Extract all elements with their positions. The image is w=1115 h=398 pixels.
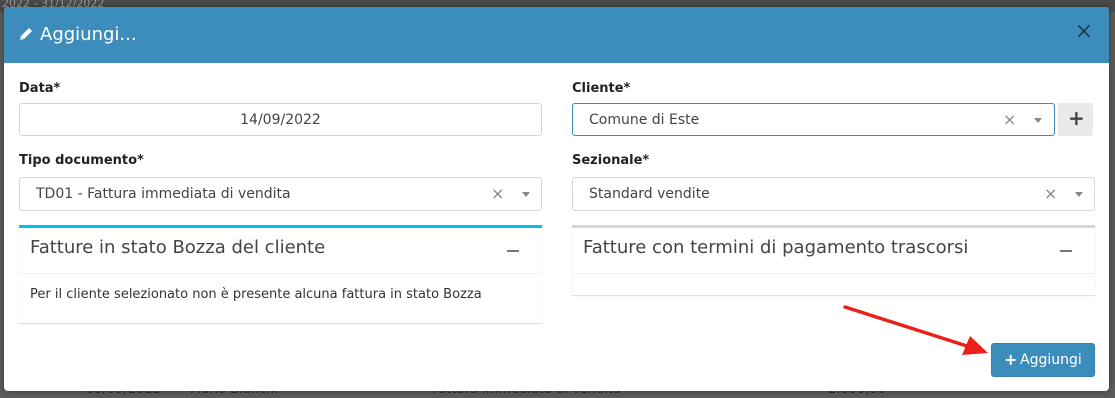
add-button[interactable]: + Aggiungi — [991, 343, 1095, 377]
overdue-invoices-panel: Fatture con termini di pagamento trascor… — [572, 225, 1095, 295]
panel-divider — [572, 273, 1095, 274]
tipo-documento-clear-icon[interactable]: × — [491, 184, 504, 203]
tipo-documento-select[interactable]: TD01 - Fattura immediata di vendita × — [19, 177, 542, 211]
collapse-icon[interactable] — [507, 250, 519, 252]
add-cliente-button[interactable]: + — [1058, 103, 1093, 136]
dialog-title: Aggiungi... — [40, 24, 137, 45]
pencil-icon — [20, 28, 32, 40]
sezionale-clear-icon[interactable]: × — [1044, 184, 1057, 203]
annotation-arrow-icon — [843, 305, 988, 355]
sezionale-value: Standard vendite — [589, 186, 710, 202]
date-field[interactable]: 14/09/2022 — [19, 103, 542, 136]
draft-invoices-title: Fatture in stato Bozza del cliente — [30, 237, 326, 258]
add-button-label: Aggiungi — [1020, 352, 1082, 368]
cliente-value: Comune di Este — [589, 112, 700, 128]
cliente-clear-icon[interactable]: × — [1003, 110, 1016, 129]
close-icon[interactable]: × — [1075, 21, 1093, 43]
data-label: Data* — [19, 81, 61, 96]
collapse-icon[interactable] — [1060, 250, 1072, 252]
dialog-header: Aggiungi... × — [4, 7, 1109, 63]
cliente-select[interactable]: Comune di Este × — [572, 103, 1055, 136]
tipo-documento-value: TD01 - Fattura immediata di vendita — [36, 186, 291, 202]
sezionale-select[interactable]: Standard vendite × — [572, 177, 1095, 211]
panel-divider — [19, 273, 542, 274]
tipo-documento-label: Tipo documento* — [19, 153, 144, 168]
draft-invoices-panel: Fatture in stato Bozza del cliente Per i… — [19, 225, 542, 323]
draft-invoices-message: Per il cliente selezionato non è present… — [30, 287, 482, 302]
plus-icon: + — [1004, 350, 1018, 369]
overdue-invoices-title: Fatture con termini di pagamento trascor… — [583, 237, 969, 258]
cliente-label: Cliente* — [572, 81, 631, 96]
plus-icon: + — [1068, 106, 1085, 130]
chevron-down-icon[interactable] — [1075, 192, 1083, 197]
sezionale-label: Sezionale* — [572, 153, 650, 168]
add-dialog: Aggiungi... × Data* 14/09/2022 Cliente* … — [4, 7, 1109, 391]
chevron-down-icon[interactable] — [522, 192, 530, 197]
chevron-down-icon[interactable] — [1034, 118, 1042, 123]
date-value: 14/09/2022 — [240, 112, 321, 128]
